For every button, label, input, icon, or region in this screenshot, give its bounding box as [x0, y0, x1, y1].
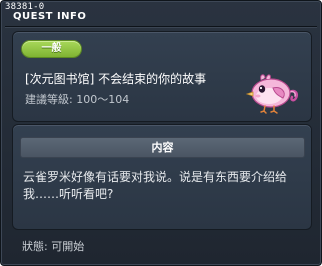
pink-bird-icon [245, 74, 298, 114]
quest-status: 狀態: 可開始 [22, 240, 85, 253]
quest-summary-panel: 一般 [次元图书馆] 不会结束的你的故事 建議等級: 100～104 [12, 31, 312, 122]
quest-description: 云雀罗米好像有话要对我说。说是有东西要介绍给我……听听看吧? [23, 170, 288, 201]
quest-info-window: 38381-0 QUEST INFO 一般 [次元图书馆] 不会结束的你的故事 … [0, 0, 322, 266]
title-divider [5, 26, 317, 27]
category-badge: 一般 [22, 41, 81, 57]
quest-content-panel: 内容 云雀罗米好像有话要对我说。说是有东西要介绍给我……听听看吧? [12, 124, 312, 230]
window-title: QUEST INFO [13, 11, 87, 22]
quest-level-requirement: 建議等級: 100～104 [25, 93, 130, 106]
quest-name: [次元图书馆] 不会结束的你的故事 [25, 72, 207, 86]
content-section-header: 内容 [20, 137, 305, 158]
